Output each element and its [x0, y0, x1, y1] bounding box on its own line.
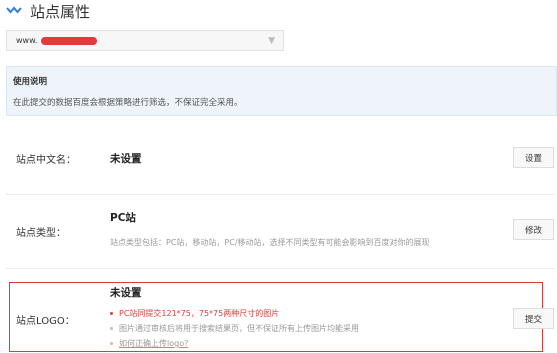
bullet-icon: [110, 312, 113, 315]
logo-help: 如何正确上传logo?: [110, 338, 188, 349]
bullet-icon: [110, 342, 113, 345]
site-selector[interactable]: www. ▼: [6, 30, 284, 51]
modify-site-type-button[interactable]: 修改: [513, 219, 554, 240]
logo-tip-review: 图片通过审核后将用于搜索结果页，但不保证所有上传图片均能采用: [110, 323, 359, 334]
chinese-name-label: 站点中文名：: [16, 155, 76, 166]
divider: [6, 268, 555, 269]
row-chinese-name: 站点中文名： 未设置 设置: [6, 136, 555, 181]
redacted-domain: [41, 36, 98, 45]
notice-text: 在此提交的数据百度会根据策略进行筛选，不保证完全采用。: [13, 98, 243, 108]
dropdown-arrow-icon[interactable]: ▼: [268, 36, 275, 46]
set-chinese-name-button[interactable]: 设置: [513, 147, 554, 168]
bullet-icon: [110, 327, 113, 330]
row-site-type: 站点类型： PC站 站点类型包括：PC站，移动站，PC/移动站，选择不同类型有可…: [6, 200, 555, 260]
logo-value: 未设置: [110, 287, 142, 299]
logo-tip-sizes: PC站同提交121*75，75*75两种尺寸的图片: [110, 308, 279, 319]
chevron-down-icon[interactable]: [6, 6, 22, 16]
site-type-label: 站点类型：: [16, 228, 66, 239]
chinese-name-value: 未设置: [110, 153, 142, 165]
usage-notice: 使用说明 在此提交的数据百度会根据策略进行筛选，不保证完全采用。: [6, 66, 557, 116]
row-logo: 站点LOGO： 未设置 PC站同提交121*75，75*75两种尺寸的图片 图片…: [6, 282, 555, 352]
notice-title: 使用说明: [13, 77, 48, 87]
site-type-description: 站点类型包括：PC站，移动站，PC/移动站，选择不同类型有可能会影响到百度对你的…: [110, 238, 430, 247]
page-title: 站点属性: [30, 2, 91, 21]
page-header: 站点属性: [6, 0, 90, 22]
divider: [6, 194, 555, 195]
site-selector-value: www.: [16, 36, 38, 45]
site-type-value: PC站: [110, 212, 136, 224]
logo-help-link[interactable]: 如何正确上传logo?: [119, 338, 188, 349]
logo-label: 站点LOGO：: [16, 316, 75, 327]
submit-logo-button[interactable]: 提交: [513, 308, 554, 329]
